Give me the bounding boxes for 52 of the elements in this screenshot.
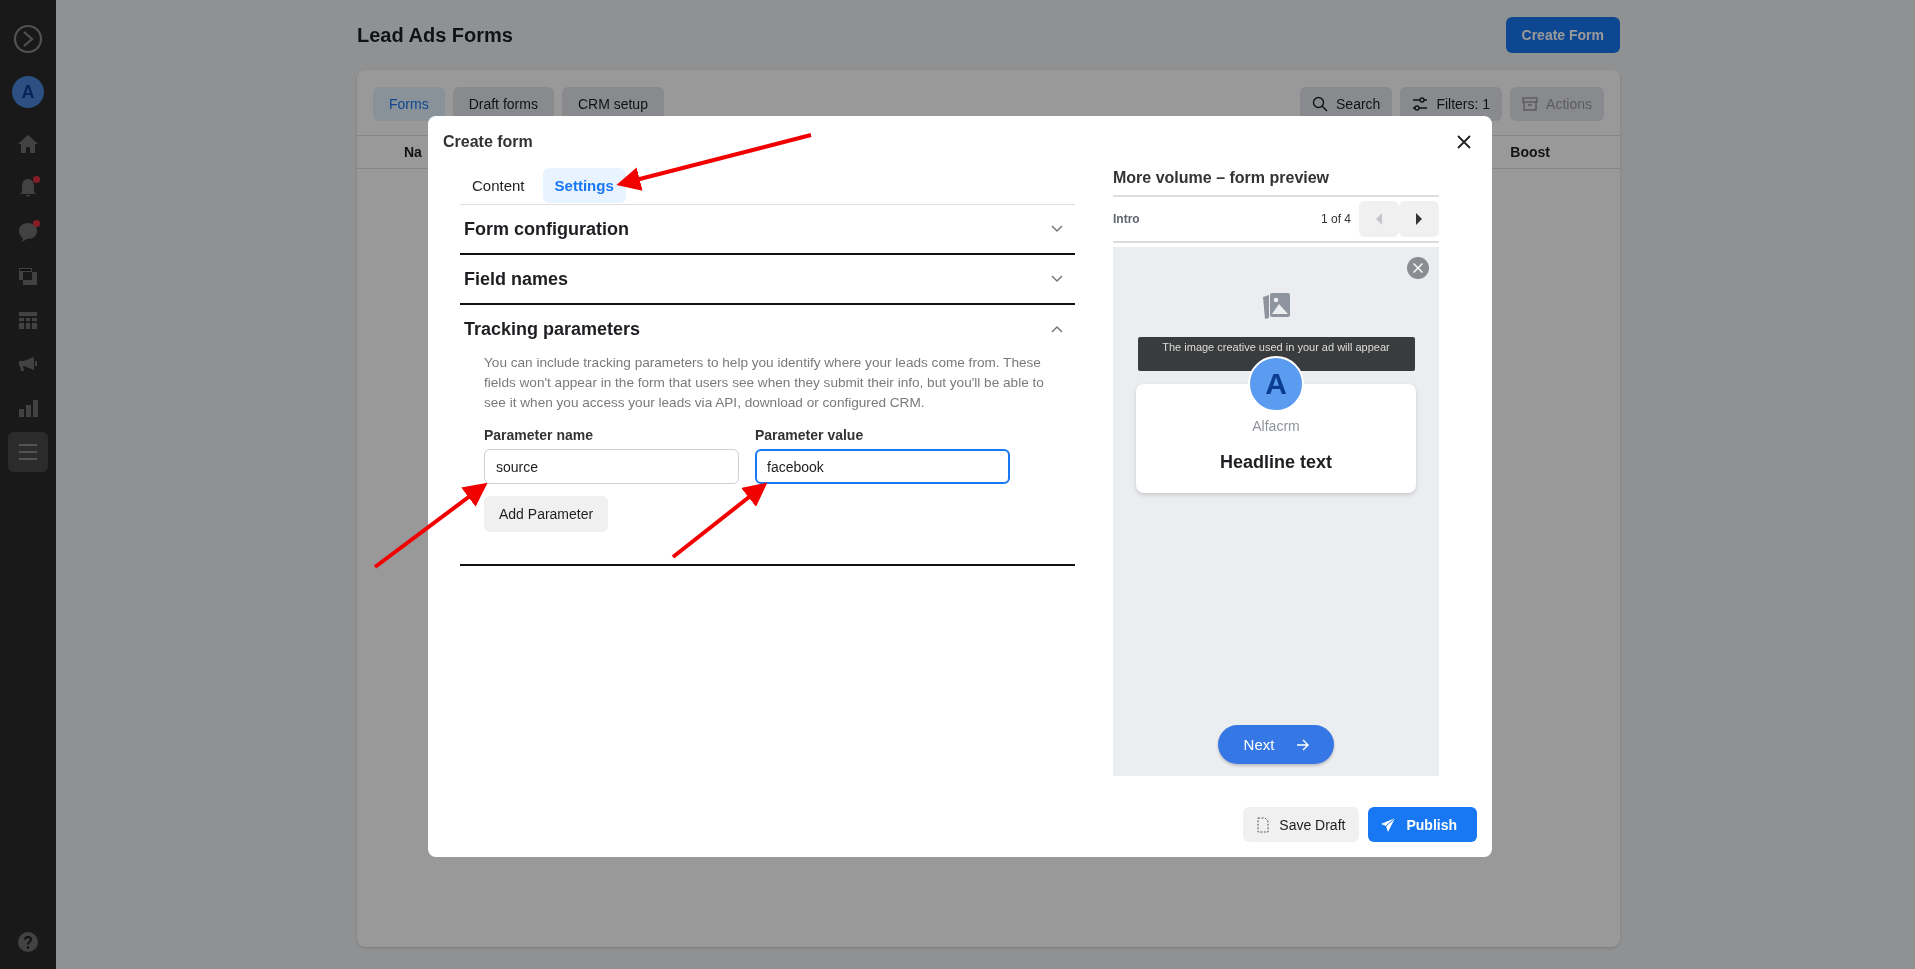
- dialog-title: Create form: [443, 133, 533, 151]
- save-draft-button[interactable]: Save Draft: [1243, 807, 1360, 842]
- brand-avatar: A: [1248, 356, 1304, 412]
- triangle-right-icon[interactable]: [1415, 213, 1423, 225]
- section-title: Form configuration: [464, 218, 629, 240]
- section-title: Field names: [464, 268, 569, 290]
- chat-icon[interactable]: [17, 221, 39, 243]
- arrow-right-icon[interactable]: [1296, 738, 1311, 751]
- publish-button[interactable]: Publish: [1368, 807, 1477, 842]
- add-parameter-button[interactable]: Add Parameter: [484, 496, 609, 532]
- tab[interactable]: Forms: [373, 87, 445, 121]
- paper-plane-icon[interactable]: [1380, 816, 1397, 833]
- chevron-icon[interactable]: [1051, 225, 1063, 233]
- home-icon[interactable]: [17, 133, 39, 155]
- chevron-icon[interactable]: [1051, 275, 1063, 283]
- input-field[interactable]: source: [484, 449, 739, 484]
- brand-name: Alfacrm: [1252, 418, 1300, 434]
- description-text: You can include tracking parameters to help you identify where your leads come from. These fields won't appear in the form that users see when they submit their info, but you'll be able to see it when you access your leads via API, download or configured CRM.: [484, 354, 1045, 412]
- input-field[interactable]: facebook: [755, 449, 1010, 484]
- page-title: Lead Ads Forms: [357, 23, 513, 47]
- search-icon[interactable]: [1312, 96, 1329, 112]
- step-label: Intro: [1113, 212, 1140, 226]
- create-form-button[interactable]: Create Form: [1505, 17, 1620, 53]
- menu-icon[interactable]: [17, 441, 39, 463]
- logo-icon[interactable]: [13, 24, 43, 54]
- accordion-header[interactable]: Form configuration: [460, 205, 1075, 253]
- table-icon[interactable]: [17, 309, 39, 331]
- image-icon: [1260, 291, 1292, 321]
- next-page-button[interactable]: [1399, 201, 1439, 237]
- sidebar-item[interactable]: [8, 432, 48, 472]
- document-icon[interactable]: [1257, 816, 1270, 833]
- close-icon[interactable]: [1457, 135, 1471, 149]
- sliders-icon[interactable]: [1412, 96, 1429, 112]
- help-icon[interactable]: [17, 931, 39, 953]
- preview-title: More volume – form preview: [1113, 169, 1439, 197]
- column-header: Na: [404, 144, 422, 160]
- headline-text: Headline text: [1219, 452, 1332, 473]
- image-placeholder-banner: The image creative used in your ad will appear: [1137, 337, 1415, 371]
- layers-icon[interactable]: [17, 265, 39, 287]
- filters-button[interactable]: Filters: 1: [1400, 87, 1503, 121]
- chevron-icon[interactable]: [1051, 325, 1063, 333]
- accordion-header[interactable]: Tracking parameters: [460, 305, 1075, 353]
- tab[interactable]: Settings: [542, 168, 626, 203]
- section-title: Tracking parameters: [464, 318, 641, 340]
- column-header: Boost: [1510, 144, 1550, 160]
- next-button[interactable]: Next: [1217, 725, 1335, 764]
- accordion-header[interactable]: Field names: [460, 255, 1075, 303]
- field-label: Parameter name: [484, 427, 594, 443]
- chart-icon[interactable]: [17, 397, 39, 419]
- field-label: Parameter value: [755, 427, 865, 443]
- tab[interactable]: Content: [460, 168, 537, 203]
- page-counter: 1 of 4: [1320, 212, 1351, 226]
